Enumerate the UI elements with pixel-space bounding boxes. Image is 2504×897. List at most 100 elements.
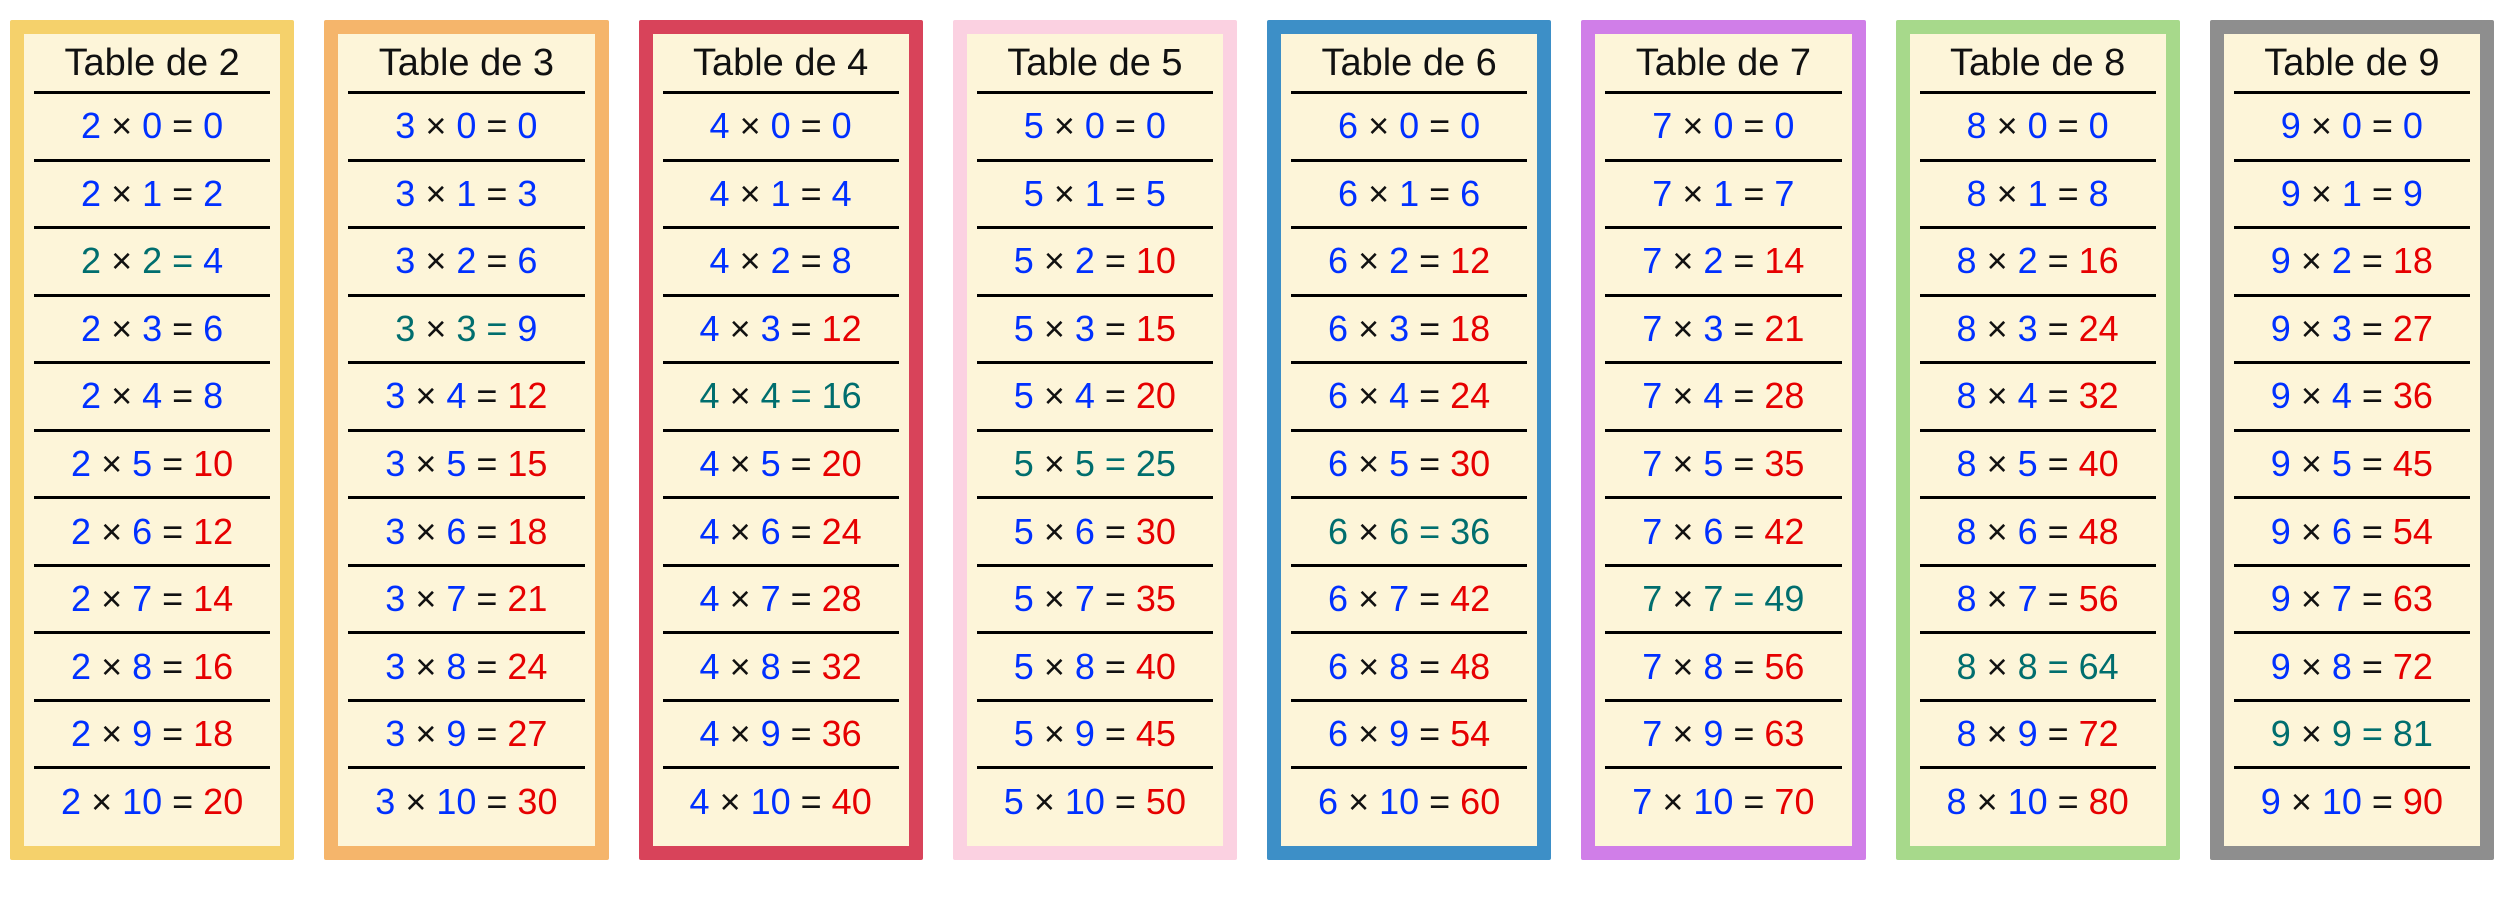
table-title: Table de 3 [348, 36, 584, 94]
times-symbol: × [1034, 781, 1055, 823]
times-symbol: × [1358, 713, 1379, 755]
multiplicand: 2 [61, 781, 81, 823]
times-symbol: × [1987, 240, 2008, 282]
multiplicand: 2 [71, 443, 91, 485]
equals-symbol: = [1419, 240, 1440, 282]
multiplicand: 6 [1328, 240, 1348, 282]
multiplication-table-5: Table de 55×0=05×1=55×2=105×3=155×4=205×… [953, 20, 1237, 860]
table-row: 8×4=32 [1920, 364, 2156, 432]
multiplier: 5 [2018, 443, 2038, 485]
equals-symbol: = [162, 578, 183, 620]
equals-symbol: = [1733, 646, 1754, 688]
multiplicand: 6 [1318, 781, 1338, 823]
times-symbol: × [1044, 578, 1065, 620]
equals-symbol: = [791, 511, 812, 553]
table-row: 9×0=0 [2234, 94, 2470, 162]
table-row: 7×7=49 [1605, 567, 1841, 635]
multiplier: 9 [761, 713, 781, 755]
product: 60 [1460, 781, 1500, 823]
times-symbol: × [1358, 646, 1379, 688]
times-symbol: × [1358, 375, 1379, 417]
multiplier: 0 [1713, 105, 1733, 147]
product: 48 [1450, 646, 1490, 688]
multiplicand: 8 [1957, 443, 1977, 485]
multiplier: 3 [456, 308, 476, 350]
multiplicand: 5 [1014, 375, 1034, 417]
product: 18 [2393, 240, 2433, 282]
product: 12 [822, 308, 862, 350]
equals-symbol: = [2372, 173, 2393, 215]
table-row: 9×10=90 [2234, 769, 2470, 834]
table-row: 4×2=8 [663, 229, 899, 297]
multiplicand: 5 [1014, 713, 1034, 755]
product: 45 [1136, 713, 1176, 755]
multiplier: 4 [2018, 375, 2038, 417]
multiplier: 5 [2332, 443, 2352, 485]
table-row: 5×10=50 [977, 769, 1213, 834]
multiplicand: 9 [2271, 578, 2291, 620]
multiplier: 7 [2018, 578, 2038, 620]
table-row: 2×0=0 [34, 94, 270, 162]
multiplicand: 2 [81, 308, 101, 350]
multiplier: 4 [761, 375, 781, 417]
table-row: 2×8=16 [34, 634, 270, 702]
equals-symbol: = [162, 511, 183, 553]
product: 63 [1764, 713, 1804, 755]
times-symbol: × [740, 240, 761, 282]
multiplier: 1 [142, 173, 162, 215]
times-symbol: × [2301, 375, 2322, 417]
multiplicand: 5 [1014, 511, 1034, 553]
times-symbol: × [1672, 240, 1693, 282]
multiplicand: 7 [1642, 308, 1662, 350]
multiplicand: 4 [700, 375, 720, 417]
product: 36 [822, 713, 862, 755]
multiplier: 3 [1389, 308, 1409, 350]
multiplier: 8 [761, 646, 781, 688]
multiplier: 0 [2028, 105, 2048, 147]
multiplicand: 9 [2271, 511, 2291, 553]
equals-symbol: = [791, 713, 812, 755]
product: 8 [2089, 173, 2109, 215]
table-row: 6×4=24 [1291, 364, 1527, 432]
times-symbol: × [1682, 105, 1703, 147]
multiplicand: 2 [81, 375, 101, 417]
product: 10 [1136, 240, 1176, 282]
times-symbol: × [415, 511, 436, 553]
equals-symbol: = [791, 578, 812, 620]
multiplicand: 3 [385, 375, 405, 417]
product: 18 [1450, 308, 1490, 350]
times-symbol: × [1044, 646, 1065, 688]
equals-symbol: = [2048, 375, 2069, 417]
multiplicand: 8 [1957, 578, 1977, 620]
table-row: 3×6=18 [348, 499, 584, 567]
product: 32 [822, 646, 862, 688]
times-symbol: × [1672, 511, 1693, 553]
times-symbol: × [425, 308, 446, 350]
table-row: 5×4=20 [977, 364, 1213, 432]
multiplicand: 8 [1957, 646, 1977, 688]
times-symbol: × [425, 105, 446, 147]
product: 18 [193, 713, 233, 755]
times-symbol: × [730, 443, 751, 485]
times-symbol: × [740, 105, 761, 147]
product: 42 [1450, 578, 1490, 620]
product: 40 [832, 781, 872, 823]
times-symbol: × [415, 578, 436, 620]
multiplicand: 6 [1328, 578, 1348, 620]
product: 25 [1136, 443, 1176, 485]
equals-symbol: = [1733, 443, 1754, 485]
equals-symbol: = [1733, 375, 1754, 417]
multiplier: 1 [1085, 173, 1105, 215]
product: 36 [2393, 375, 2433, 417]
times-symbol: × [415, 375, 436, 417]
multiplicand: 6 [1328, 511, 1348, 553]
multiplicand: 7 [1642, 375, 1662, 417]
multiplicand: 7 [1642, 646, 1662, 688]
equals-symbol: = [801, 781, 822, 823]
table-row: 7×4=28 [1605, 364, 1841, 432]
times-symbol: × [2311, 173, 2332, 215]
product: 72 [2079, 713, 2119, 755]
table-row: 8×1=8 [1920, 162, 2156, 230]
multiplier: 10 [122, 781, 162, 823]
table-row: 3×8=24 [348, 634, 584, 702]
